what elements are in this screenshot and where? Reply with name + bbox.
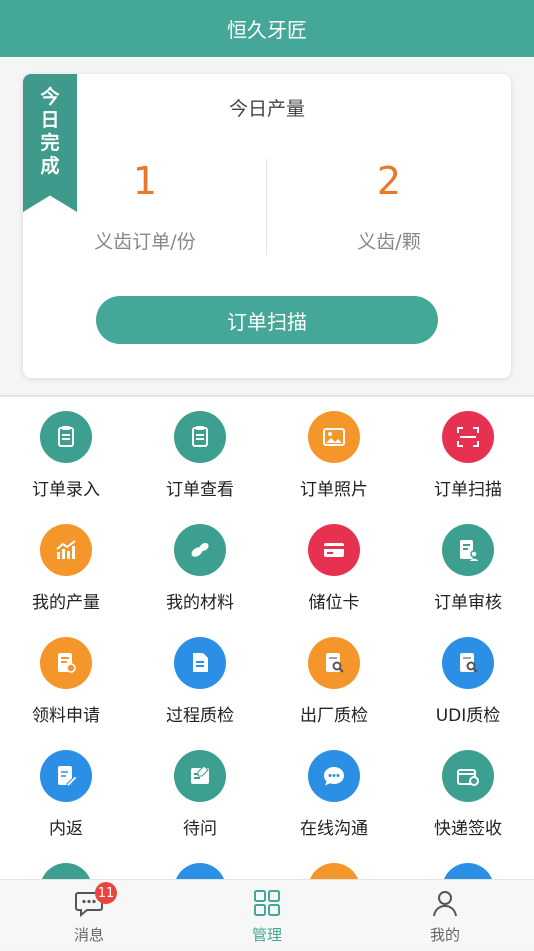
search-doc-icon bbox=[308, 637, 360, 689]
grid-item-label: 我的产量 bbox=[32, 593, 100, 613]
grid-item-label: 快递签收 bbox=[434, 819, 502, 839]
note-icon bbox=[174, 750, 226, 802]
partial-icon bbox=[40, 863, 92, 879]
grid-item[interactable]: 待问 bbox=[133, 736, 267, 846]
grid-item-label: 订单照片 bbox=[300, 480, 368, 500]
grid-item[interactable]: 订单查看 bbox=[133, 397, 267, 507]
tab-label: 我的 bbox=[429, 926, 460, 944]
grid-item-label: 在线沟通 bbox=[300, 819, 368, 839]
app-title: 恒久牙匠 bbox=[227, 18, 307, 42]
grid-item[interactable]: 快递签收 bbox=[401, 736, 534, 846]
grid-item-label: 订单查看 bbox=[166, 480, 234, 500]
partial-icon bbox=[442, 863, 494, 879]
chart-icon bbox=[40, 524, 92, 576]
grid-item[interactable]: 储位卡 bbox=[267, 510, 401, 620]
grid-item-label: 储位卡 bbox=[308, 593, 360, 613]
grid-item-label: 领料申请 bbox=[32, 706, 100, 726]
grid-item-label: 待问 bbox=[183, 819, 217, 839]
grid-item[interactable]: 我的产量 bbox=[0, 510, 133, 620]
pen-doc-icon bbox=[40, 750, 92, 802]
grid-item[interactable]: 订单审核 bbox=[401, 510, 534, 620]
message-icon: 11 bbox=[74, 882, 117, 918]
bottom-tabbar: 11 消息 管理 我的 bbox=[0, 879, 534, 950]
grid-item-label: 我的材料 bbox=[166, 593, 234, 613]
stat-orders-value: 1 bbox=[132, 159, 158, 203]
grid-item-label: UDI质检 bbox=[435, 706, 501, 726]
document-icon bbox=[174, 637, 226, 689]
grid-item[interactable]: 出厂质检 bbox=[267, 623, 401, 733]
stat-orders: 1 义齿订单/份 bbox=[23, 159, 267, 254]
partial-icon bbox=[308, 863, 360, 879]
stat-teeth-value: 2 bbox=[376, 159, 402, 203]
image-icon bbox=[308, 411, 360, 463]
grid-item[interactable]: UDI质检 bbox=[401, 623, 534, 733]
grid-item[interactable] bbox=[0, 849, 133, 879]
grid-item-label: 过程质检 bbox=[166, 706, 234, 726]
order-scan-button[interactable]: 订单扫描 bbox=[96, 296, 438, 344]
grid-item-label: 订单扫描 bbox=[434, 480, 502, 500]
unread-badge: 11 bbox=[95, 882, 117, 904]
ribbon-char: 完 bbox=[40, 132, 60, 154]
grid-item[interactable]: 领料申请 bbox=[0, 623, 133, 733]
grid-item-label: 出厂质检 bbox=[300, 706, 368, 726]
chat-icon bbox=[308, 750, 360, 802]
card-icon bbox=[308, 524, 360, 576]
tab-label: 消息 bbox=[73, 926, 104, 944]
app-header: 恒久牙匠 bbox=[0, 0, 534, 57]
tab-mine[interactable]: 我的 bbox=[356, 880, 534, 951]
grid-item[interactable]: 订单扫描 bbox=[401, 397, 534, 507]
grid-item-label: 订单录入 bbox=[32, 480, 100, 500]
grid-item[interactable] bbox=[401, 849, 534, 879]
grid-icon bbox=[252, 888, 282, 918]
tab-messages[interactable]: 11 消息 bbox=[0, 880, 178, 951]
scan-icon bbox=[442, 411, 494, 463]
grid-item[interactable]: 内返 bbox=[0, 736, 133, 846]
tab-label: 管理 bbox=[251, 926, 282, 944]
stat-teeth-label: 义齿/颗 bbox=[357, 231, 421, 253]
user-icon bbox=[430, 888, 460, 918]
stat-orders-label: 义齿订单/份 bbox=[94, 231, 196, 253]
package-icon bbox=[442, 750, 494, 802]
clipboard-icon bbox=[40, 411, 92, 463]
today-output-card: 今 日 完 成 今日产量 1 义齿订单/份 2 义齿/颗 订单扫描 bbox=[23, 74, 511, 378]
review-icon bbox=[442, 524, 494, 576]
grid-item[interactable]: 过程质检 bbox=[133, 623, 267, 733]
grid-item[interactable]: 我的材料 bbox=[133, 510, 267, 620]
grid-item-label: 订单审核 bbox=[434, 593, 502, 613]
partial-icon bbox=[174, 863, 226, 879]
grid-item[interactable]: 在线沟通 bbox=[267, 736, 401, 846]
grid-item[interactable] bbox=[267, 849, 401, 879]
function-grid: 订单录入 订单查看 订单照片 订单扫描我的产量 我的材料 储位卡 订单审核领料申请 过程质检 出… bbox=[0, 397, 534, 879]
clipboard-icon bbox=[174, 411, 226, 463]
grid-item-label: 内返 bbox=[49, 819, 83, 839]
grid-item[interactable]: 订单录入 bbox=[0, 397, 133, 507]
search-doc-icon bbox=[442, 637, 494, 689]
grid-item[interactable]: 订单照片 bbox=[267, 397, 401, 507]
pills-icon bbox=[174, 524, 226, 576]
card-title: 今日产量 bbox=[228, 98, 305, 120]
tab-manage[interactable]: 管理 bbox=[178, 880, 356, 951]
edit-doc-icon bbox=[40, 637, 92, 689]
grid-item[interactable] bbox=[133, 849, 267, 879]
stat-teeth: 2 义齿/颗 bbox=[267, 159, 511, 254]
summary-section: 今 日 完 成 今日产量 1 义齿订单/份 2 义齿/颗 订单扫描 bbox=[0, 57, 534, 395]
